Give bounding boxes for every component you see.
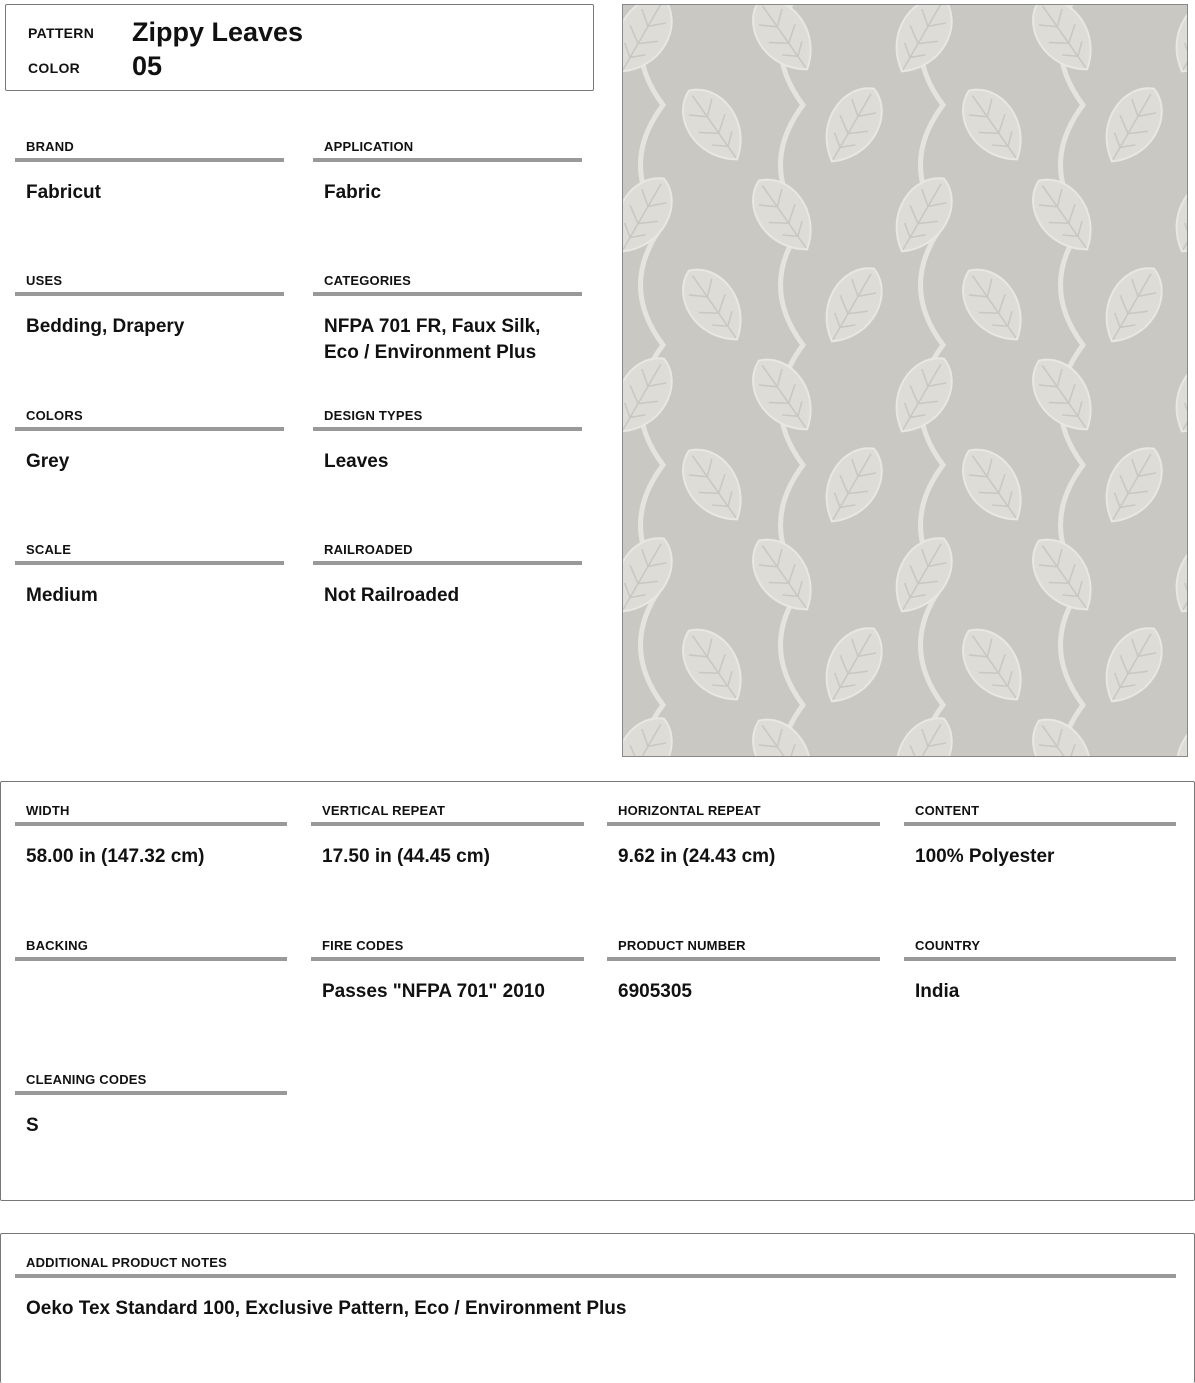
field-label: VERTICAL REPEAT — [322, 803, 446, 818]
design-types-field: DESIGN TYPES Leaves — [313, 406, 582, 475]
field-divider — [607, 957, 880, 961]
field-label: COLORS — [26, 408, 83, 423]
field-divider — [15, 1274, 1176, 1278]
field-value: 58.00 in (147.32 cm) — [26, 846, 205, 867]
field-label: APPLICATION — [324, 139, 414, 154]
field-divider — [313, 292, 582, 296]
field-value: Leaves — [324, 451, 389, 472]
fabric-swatch-image — [622, 4, 1188, 757]
field-value: Fabricut — [26, 182, 101, 203]
field-label: RAILROADED — [324, 542, 413, 557]
field-divider — [904, 822, 1176, 826]
railroaded-field: RAILROADED Not Railroaded — [313, 540, 582, 609]
field-label: COUNTRY — [915, 938, 981, 953]
vertical-repeat-field: VERTICAL REPEAT 17.50 in (44.45 cm) — [311, 801, 584, 870]
field-label: SCALE — [26, 542, 72, 557]
product-number-field: PRODUCT NUMBER 6905305 — [607, 936, 880, 1005]
field-value-line: NFPA 701 FR, Faux Silk, — [324, 316, 541, 337]
width-field: WIDTH 58.00 in (147.32 cm) — [15, 801, 287, 870]
field-value: Passes "NFPA 701" 2010 — [322, 981, 545, 1002]
pattern-label: PATTERN — [28, 25, 95, 41]
leaf-pattern-graphic — [623, 5, 1187, 756]
field-label: CONTENT — [915, 803, 980, 818]
field-divider — [15, 158, 284, 162]
field-divider — [313, 427, 582, 431]
scale-field: SCALE Medium — [15, 540, 284, 609]
field-label: BRAND — [26, 139, 74, 154]
field-divider — [311, 822, 584, 826]
horizontal-repeat-field: HORIZONTAL REPEAT 9.62 in (24.43 cm) — [607, 801, 880, 870]
field-value: 6905305 — [618, 981, 692, 1002]
field-label: USES — [26, 273, 63, 288]
field-divider — [15, 1091, 287, 1095]
field-value: S — [26, 1115, 39, 1136]
content-field: CONTENT 100% Polyester — [904, 801, 1176, 870]
categories-field: CATEGORIES NFPA 701 FR, Faux Silk, Eco /… — [313, 271, 582, 366]
field-value: 17.50 in (44.45 cm) — [322, 846, 490, 867]
fire-codes-field: FIRE CODES Passes "NFPA 701" 2010 — [311, 936, 584, 1005]
field-divider — [15, 427, 284, 431]
field-divider — [607, 822, 880, 826]
field-value: NFPA 701 FR, Faux Silk, Eco / Environmen… — [313, 314, 582, 366]
field-label: PRODUCT NUMBER — [618, 938, 746, 953]
field-divider — [311, 957, 584, 961]
colors-field: COLORS Grey — [15, 406, 284, 475]
pattern-name: Zippy Leaves — [132, 17, 304, 47]
field-value: Grey — [26, 451, 70, 472]
field-value: Medium — [26, 585, 98, 606]
additional-notes-field: ADDITIONAL PRODUCT NOTES Oeko Tex Standa… — [15, 1253, 1176, 1322]
field-label: DESIGN TYPES — [324, 408, 423, 423]
field-divider — [313, 158, 582, 162]
field-label: FIRE CODES — [322, 938, 404, 953]
field-value: 100% Polyester — [915, 846, 1055, 867]
field-label: CLEANING CODES — [26, 1072, 147, 1087]
application-field: APPLICATION Fabric — [313, 137, 582, 206]
field-label: HORIZONTAL REPEAT — [618, 803, 761, 818]
country-field: COUNTRY India — [904, 936, 1176, 1005]
field-divider — [15, 561, 284, 565]
color-number: 05 — [132, 51, 163, 81]
brand-field: BRAND Fabricut — [15, 137, 284, 206]
field-value: Oeko Tex Standard 100, Exclusive Pattern… — [26, 1298, 627, 1319]
field-divider — [15, 292, 284, 296]
field-value: India — [915, 981, 960, 1002]
field-divider — [313, 561, 582, 565]
color-label: COLOR — [28, 60, 81, 76]
field-label: BACKING — [26, 938, 89, 953]
field-label: ADDITIONAL PRODUCT NOTES — [26, 1255, 228, 1270]
field-value: Bedding, Drapery — [26, 316, 185, 337]
field-divider — [15, 822, 287, 826]
field-value: Fabric — [324, 182, 382, 203]
field-divider — [15, 957, 287, 961]
field-value-line: Eco / Environment Plus — [324, 342, 537, 363]
backing-field: BACKING — [15, 936, 287, 979]
field-label: CATEGORIES — [324, 273, 411, 288]
field-divider — [904, 957, 1176, 961]
field-value: Not Railroaded — [324, 585, 460, 606]
pattern-title-box: PATTERN Zippy Leaves COLOR 05 — [5, 4, 594, 91]
field-label: WIDTH — [26, 803, 70, 818]
cleaning-codes-field: CLEANING CODES S — [15, 1070, 287, 1139]
uses-field: USES Bedding, Drapery — [15, 271, 284, 340]
field-value: 9.62 in (24.43 cm) — [618, 846, 776, 867]
